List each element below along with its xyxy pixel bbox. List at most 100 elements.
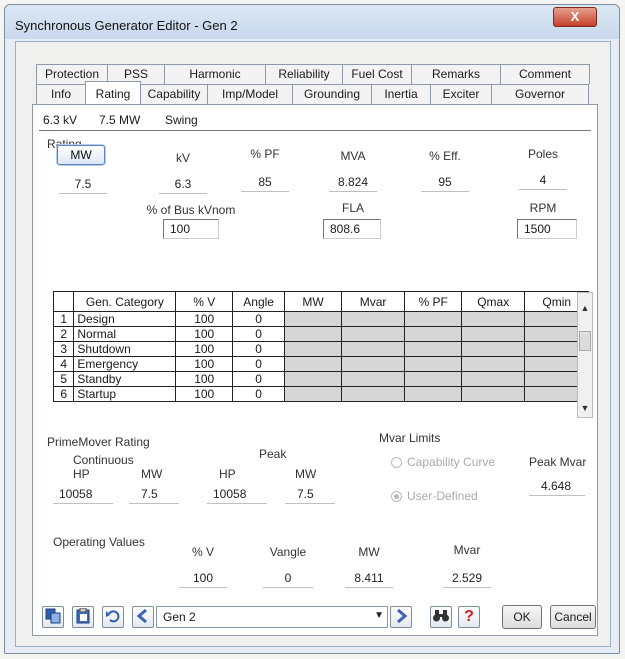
operating-values-label: Operating Values [53,535,145,549]
tab-comment[interactable]: Comment [500,64,590,84]
tab-reliability[interactable]: Reliability [265,64,343,84]
find-button[interactable] [430,606,452,628]
close-button[interactable]: X [553,7,597,27]
col-v: % V [175,291,234,312]
cont-hp-value[interactable]: 10058 [59,487,92,501]
user-defined-radio[interactable] [391,491,402,502]
tab-info[interactable]: Info [36,84,86,104]
tab-rating[interactable]: Rating [85,81,141,104]
op-mw-label: MW [358,545,380,559]
col-angle: Angle [232,291,286,312]
capability-curve-radio[interactable] [391,457,402,468]
poles-value[interactable]: 4 [513,173,573,187]
angle-cell[interactable]: 0 [232,326,286,342]
peak-hp-value[interactable]: 10058 [213,487,246,501]
loading-category-table: Gen. Category % V Angle MW Mvar % PF Qma… [52,291,589,402]
mw-cell [284,326,342,342]
tab-imp-model[interactable]: Imp/Model [207,84,293,104]
qmax-cell [460,386,526,402]
v-cell[interactable]: 100 [175,386,234,402]
mw-cell [284,371,342,387]
pf-underline [241,191,289,192]
copy-icon [45,608,61,627]
v-cell[interactable]: 100 [175,356,234,372]
copy-button[interactable] [42,606,64,628]
poles-label: Poles [527,147,559,161]
pf-cell [404,326,462,342]
tab-harmonic[interactable]: Harmonic [164,64,266,84]
v-cell[interactable]: 100 [175,311,234,327]
peak-mw-value[interactable]: 7.5 [297,487,314,501]
peak-mvar-value[interactable]: 4.648 [541,479,571,493]
scroll-thumb[interactable] [579,331,591,351]
paste-button[interactable] [72,606,94,628]
dialog-body: Protection PSS Harmonic Reliability Fuel… [15,41,611,647]
v-cell[interactable]: 100 [175,341,234,357]
cont-mw-value[interactable]: 7.5 [141,487,158,501]
table-row[interactable]: 3 Shutdown 100 0 [52,341,589,357]
mva-underline [329,191,377,192]
mw-cell [284,356,342,372]
angle-cell[interactable]: 0 [232,341,286,357]
fla-field: 808.6 [323,219,381,239]
eff-value[interactable]: 95 [415,175,475,189]
v-cell[interactable]: 100 [175,326,234,342]
tab-inertia[interactable]: Inertia [371,84,431,104]
scroll-down-icon[interactable]: ▼ [578,403,592,413]
undo-button[interactable] [102,606,124,628]
pf-value[interactable]: 85 [235,175,295,189]
chevron-down-icon[interactable]: ▼ [374,610,384,621]
capability-curve-label: Capability Curve [407,455,496,469]
angle-cell[interactable]: 0 [232,371,286,387]
element-selector-value: Gen 2 [163,610,196,624]
help-icon: ? [464,608,474,625]
summary-mode: Swing [165,113,198,127]
qmax-cell [460,311,526,327]
kv-value[interactable]: 6.3 [153,177,213,191]
previous-button[interactable] [132,606,154,628]
table-row[interactable]: 4 Emergency 100 0 [52,356,589,372]
qmax-cell [460,356,526,372]
table-row[interactable]: 2 Normal 100 0 [52,326,589,342]
mw-unit-button[interactable]: MW [57,145,105,165]
user-defined-label: User-Defined [407,489,478,503]
mw-value[interactable]: 7.5 [53,177,113,191]
table-corner [52,291,75,312]
peak-mvar-label: Peak Mvar [529,455,587,469]
col-pf: % PF [404,291,462,312]
v-cell[interactable]: 100 [175,371,234,387]
scroll-up-icon[interactable]: ▲ [578,303,592,313]
pf-cell [404,341,462,357]
eff-underline [421,191,469,192]
bus-kvnom-input[interactable]: 100 [163,219,219,239]
table-row[interactable]: 6 Startup 100 0 [52,386,589,402]
table-scrollbar[interactable]: ▲ ▼ [577,292,593,418]
angle-cell[interactable]: 0 [232,311,286,327]
col-mw: MW [284,291,342,312]
angle-cell[interactable]: 0 [232,386,286,402]
ok-button[interactable]: OK [502,605,542,629]
tab-grounding[interactable]: Grounding [292,84,372,104]
tab-capability[interactable]: Capability [140,84,208,104]
row-index: 2 [52,326,75,342]
rating-panel: 6.3 kV 7.5 MW Swing Rating MW kV % PF MV… [32,104,598,636]
row-index: 6 [52,386,75,402]
rpm-input[interactable]: 1500 [517,219,577,239]
continuous-label: Continuous [73,453,134,467]
angle-cell[interactable]: 0 [232,356,286,372]
pf-cell [404,356,462,372]
title-bar[interactable]: Synchronous Generator Editor - Gen 2 X [5,5,619,39]
tab-fuel-cost[interactable]: Fuel Cost [342,64,412,84]
mvar-cell [340,371,406,387]
tab-governor[interactable]: Governor [491,84,589,104]
tab-remarks[interactable]: Remarks [411,64,501,84]
help-button[interactable]: ? [458,606,480,628]
element-selector[interactable]: Gen 2 ▼ [156,606,388,628]
next-button[interactable] [390,606,412,628]
table-row[interactable]: 1 Design 100 0 [52,311,589,327]
undo-icon [105,608,121,627]
tab-exciter[interactable]: Exciter [430,84,492,104]
chevron-left-icon [136,608,150,627]
cancel-button[interactable]: Cancel [550,605,596,629]
table-row[interactable]: 5 Standby 100 0 [52,371,589,387]
